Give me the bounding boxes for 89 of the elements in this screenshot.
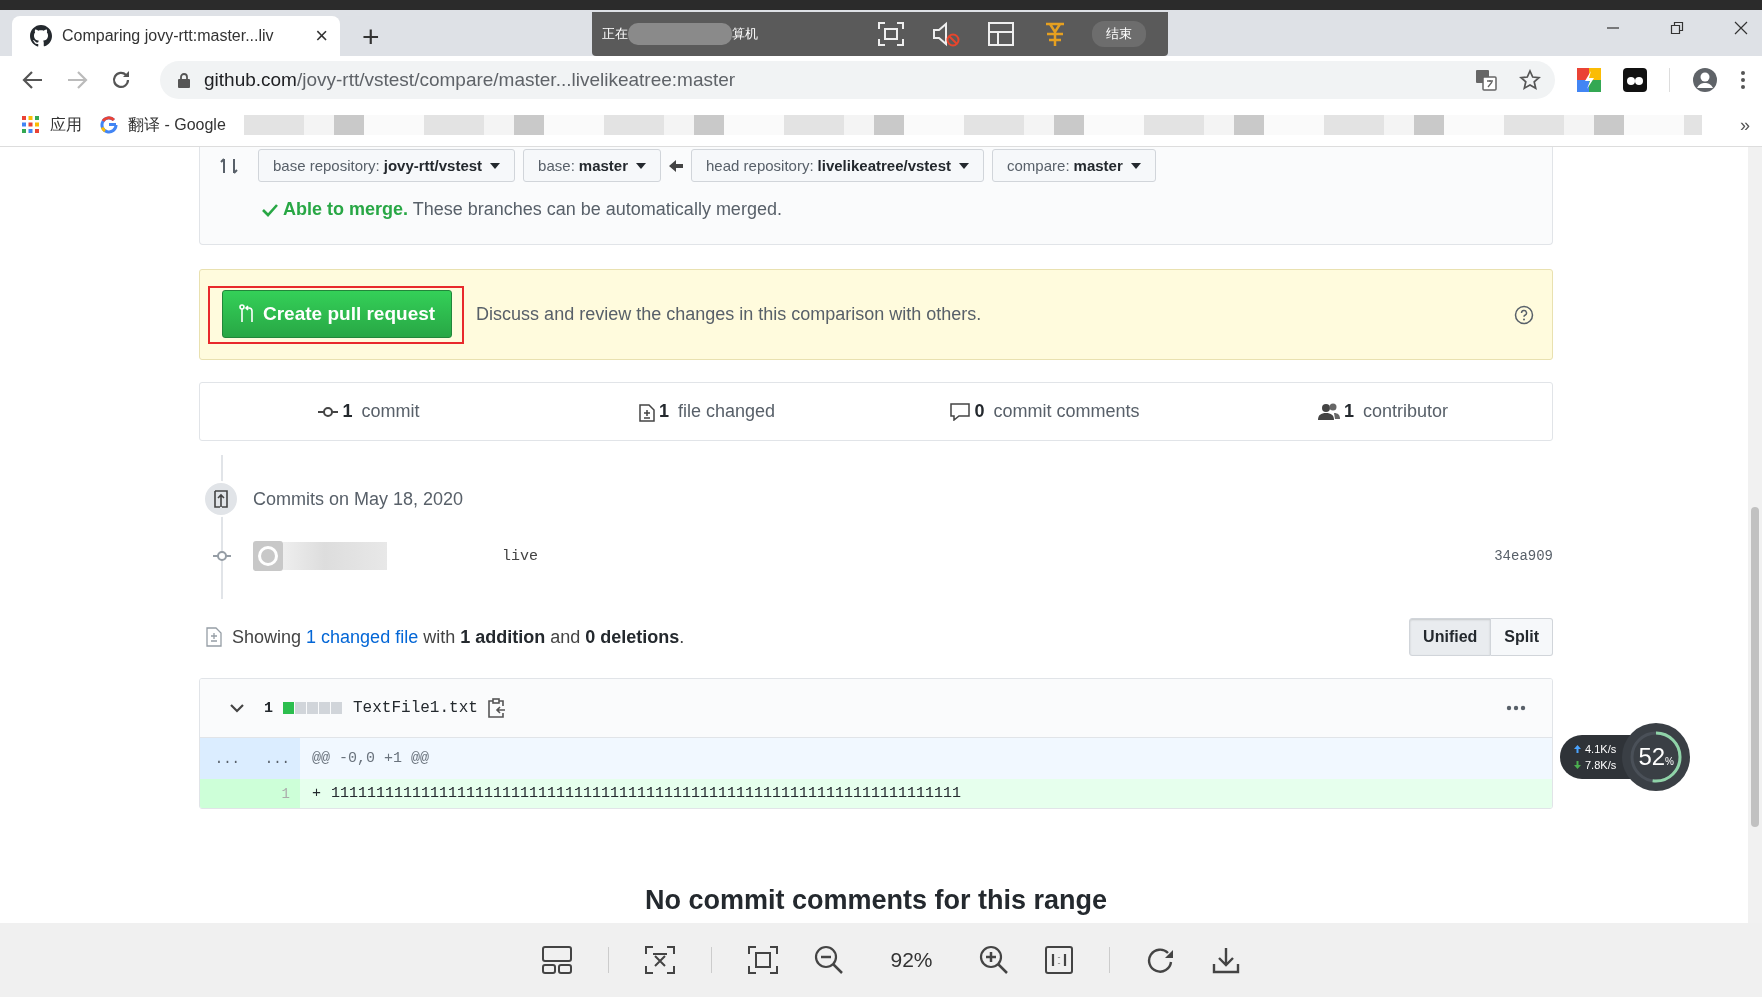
extension-icon[interactable]	[1623, 68, 1647, 92]
address-bar[interactable]: github.com/jovy-rtt/vstest/compare/master...livelikeatree:master	[160, 61, 1555, 99]
code-line: 1111111111111111111111111111111111111111111111111111111111111111111111	[331, 785, 962, 802]
commit-dot-icon	[213, 550, 231, 562]
diff-summary-text: Showing 1 changed file with 1 addition and 0 deletions.	[232, 626, 685, 648]
zoom-in-icon[interactable]	[978, 945, 1009, 975]
chevron-icon[interactable]	[230, 703, 244, 713]
new-tab-button[interactable]: +	[358, 22, 384, 52]
diffstat-drawing	[283, 702, 343, 714]
more-bookmarks-button[interactable]: »	[1740, 114, 1750, 136]
clipboard-icon[interactable]	[487, 698, 506, 718]
zoom-level: 92%	[890, 948, 933, 972]
pr-description: Discuss and review the changes in this comparison with others.	[476, 304, 982, 325]
stat-link[interactable]: 1 commit	[200, 401, 538, 422]
file-diff-icon	[638, 401, 655, 422]
changed-files-link[interactable]: 1 changed file	[306, 626, 419, 647]
reload-icon[interactable]	[110, 69, 132, 91]
stat-link[interactable]: 1 file changed	[538, 401, 876, 422]
fullscreen-icon[interactable]	[748, 946, 779, 974]
apps-grid-icon	[22, 116, 40, 134]
more-options-icon[interactable]	[1506, 705, 1526, 711]
usage-percent: 52%	[1638, 743, 1674, 771]
download-arrow-icon	[1574, 761, 1581, 769]
bookmark-item[interactable]: 应用	[22, 114, 82, 136]
commit-icon	[318, 405, 339, 418]
branch-selector[interactable]: compare: master	[992, 149, 1156, 182]
upload-rate: 4.1K/s	[1585, 743, 1617, 755]
diff-sign: +	[312, 785, 321, 802]
pull-request-icon	[239, 303, 255, 324]
end-button[interactable]: 结束	[1092, 21, 1146, 47]
expand-marker[interactable]: ...	[200, 738, 250, 779]
actual-size-icon[interactable]	[1044, 946, 1073, 974]
branch-selector[interactable]: base: master	[523, 149, 661, 182]
line-number-gutter	[200, 779, 250, 808]
people-icon	[1317, 402, 1340, 421]
share-status-text: 算机	[732, 25, 758, 43]
merge-status-text: Able to merge. These branches can be automatically merged.	[283, 199, 782, 220]
view-toggle-button[interactable]: Split	[1491, 618, 1553, 656]
rotate-icon[interactable]	[1145, 946, 1176, 974]
check-icon	[262, 202, 278, 217]
github-logo-icon	[30, 25, 52, 47]
back-icon[interactable]	[22, 70, 44, 90]
left-arrow-icon	[669, 158, 683, 173]
mute-icon[interactable]	[932, 21, 960, 47]
download-icon[interactable]	[1211, 946, 1240, 974]
share-status-text: 正在	[602, 25, 628, 43]
file-diff-icon	[206, 627, 222, 647]
change-count: 1	[264, 699, 273, 717]
compare-arrows-icon	[220, 155, 238, 176]
branch-selector[interactable]: base repository: jovy-rtt/vstest	[258, 149, 516, 182]
layout-icon[interactable]	[542, 946, 573, 974]
avatar-icon	[253, 541, 283, 571]
stat-link[interactable]: 0 commit comments	[876, 401, 1214, 422]
zoom-out-icon[interactable]	[814, 945, 845, 975]
download-rate: 7.8K/s	[1585, 759, 1617, 771]
layout-icon[interactable]	[988, 22, 1014, 46]
lock-icon	[178, 72, 190, 88]
branch-selector[interactable]: head repository: livelikeatree/vstest	[691, 149, 985, 182]
profile-icon[interactable]	[1692, 67, 1718, 93]
commit-date-heading: Commits on May 18, 2020	[253, 488, 464, 510]
menu-icon[interactable]	[1740, 70, 1746, 90]
browser-tab[interactable]: Comparing jovy-rtt:master...liv ×	[12, 16, 340, 56]
line-number: 1	[250, 779, 300, 808]
bookmark-item[interactable]: 翻译 - Google	[100, 114, 226, 136]
caret-icon	[959, 162, 970, 169]
google-logo-icon	[100, 116, 118, 134]
fit-icon[interactable]	[645, 946, 676, 974]
commit-sha-link[interactable]: 34ea909	[1494, 548, 1553, 564]
file-name-link[interactable]: TextFile1.txt	[353, 699, 478, 717]
caret-icon	[636, 162, 646, 169]
view-toggle-button[interactable]: Unified	[1409, 618, 1492, 656]
capture-icon[interactable]	[878, 22, 904, 46]
restore-icon[interactable]	[1670, 21, 1684, 35]
expand-marker[interactable]: ...	[250, 738, 300, 779]
no-comments-heading: No commit comments for this range	[643, 885, 1109, 916]
caret-icon	[1130, 162, 1141, 169]
scrollbar-thumb[interactable]	[1751, 507, 1759, 827]
close-icon[interactable]	[1734, 21, 1748, 35]
caret-icon	[490, 162, 501, 169]
translate-icon[interactable]	[1475, 69, 1497, 91]
help-icon[interactable]	[1514, 304, 1534, 325]
close-tab-button[interactable]: ×	[315, 25, 328, 47]
upload-arrow-icon	[1574, 745, 1581, 753]
hunk-header: @@ -0,0 +1 @@	[312, 750, 430, 767]
stat-link[interactable]: 1 contributor	[1214, 401, 1552, 422]
star-icon[interactable]	[1519, 69, 1541, 91]
commit-message-link[interactable]: live	[502, 547, 538, 565]
tab-title: Comparing jovy-rtt:master...liv	[62, 27, 275, 45]
comment-icon	[950, 402, 971, 421]
